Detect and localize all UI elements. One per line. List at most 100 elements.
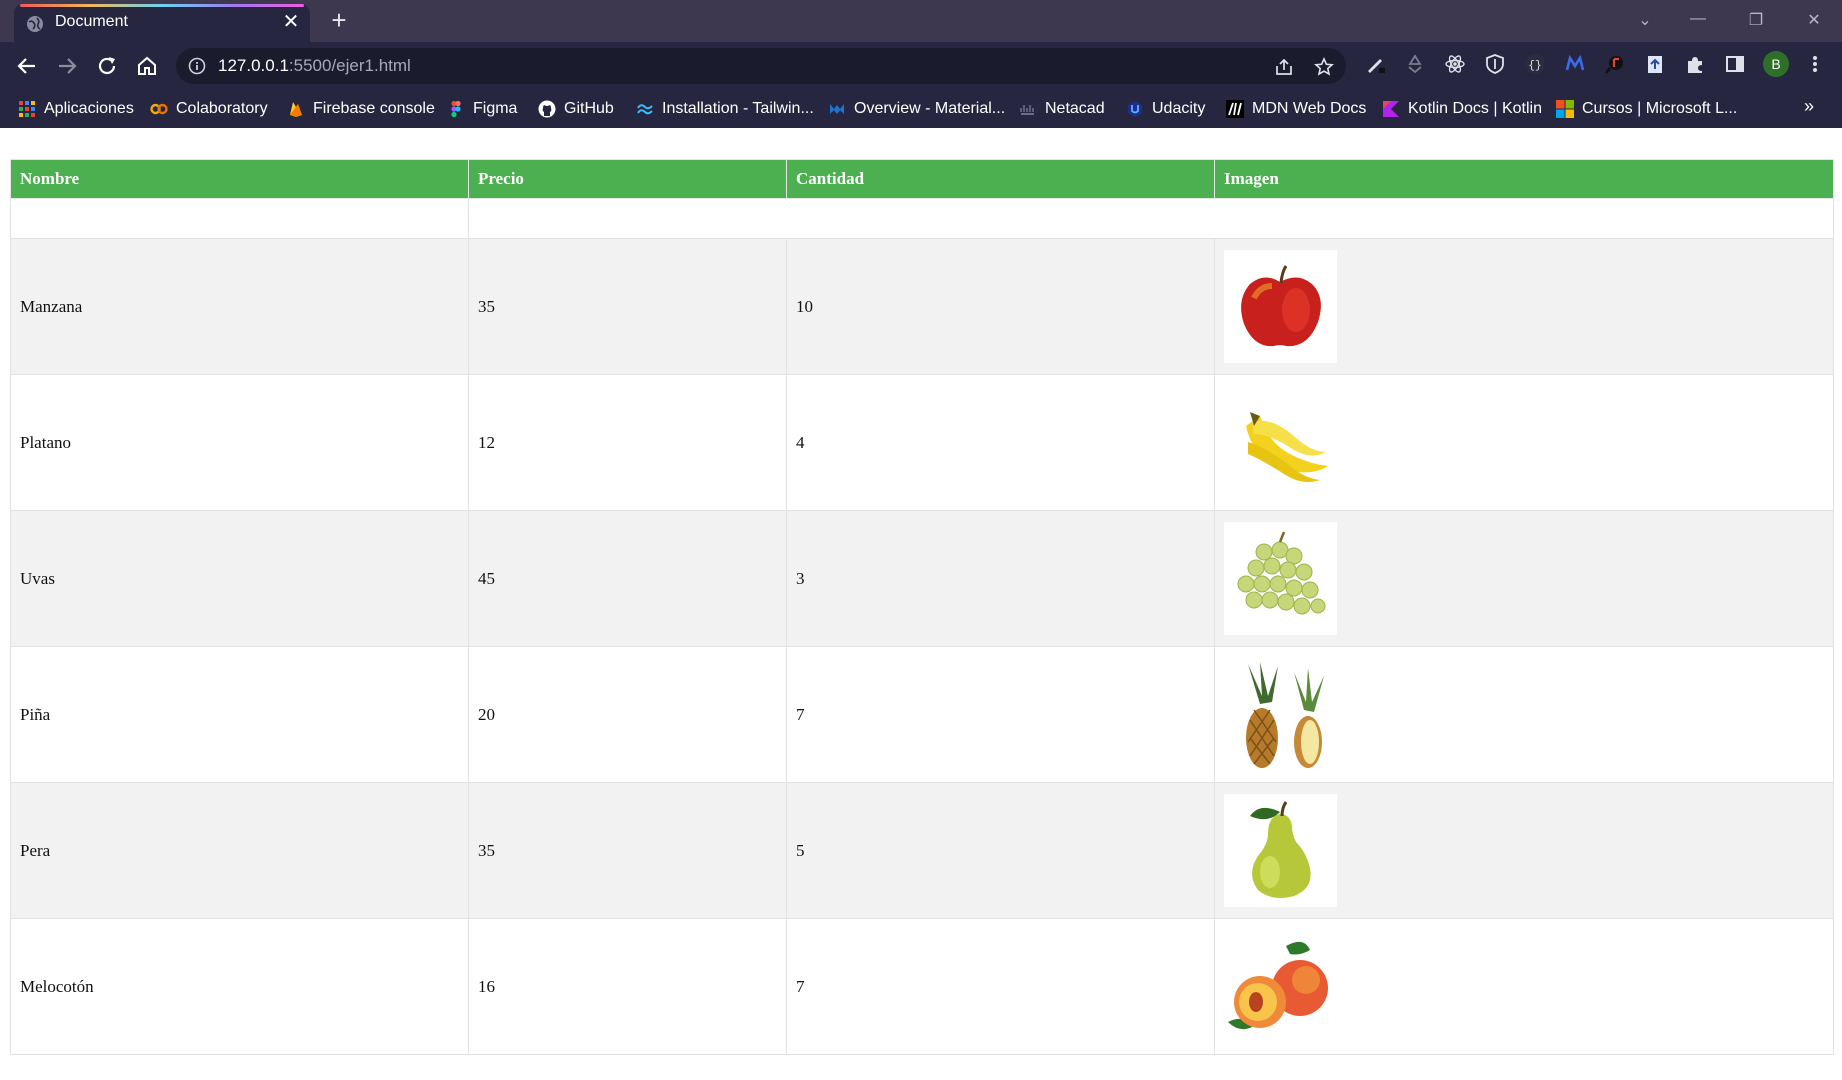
cell-nombre: Platano [10,374,469,511]
tailwind-icon [637,104,653,115]
bookmark-label: Firebase console [313,100,435,117]
extensions-puzzle-icon[interactable] [1684,53,1706,75]
red-search-extension-icon[interactable] [1604,53,1626,75]
bookmark-label: Installation - Tailwin... [662,100,814,117]
bookmark-github[interactable]: GitHub [538,98,614,120]
bookmark-colaboratory[interactable]: Colaboratory [150,98,268,120]
home-icon[interactable] [135,54,159,78]
forward-arrow-icon[interactable] [55,54,79,78]
tab-title: Document [55,13,128,30]
cell-cantidad: 7 [786,646,1215,783]
url-host: 127.0.0.1 [218,56,289,75]
cell-imagen [1214,782,1834,919]
bookmark-microsoft-learn[interactable]: Cursos | Microsoft L... [1556,98,1737,120]
minimize-window-icon[interactable]: — [1686,10,1710,30]
cell-nombre: Melocotón [10,918,469,1055]
share-icon[interactable] [1274,57,1294,77]
url-text: 127.0.0.1:5500/ejer1.html [218,56,411,76]
cell-imagen [1214,374,1834,511]
tab-search-chevron-icon[interactable]: ⌄ [1633,10,1657,30]
bookmark-label: GitHub [564,100,614,117]
url-path: :5500/ejer1.html [288,56,411,75]
site-info-icon[interactable] [188,57,206,75]
cell-precio: 35 [468,238,787,375]
table-row: Platano 12 4 [10,374,1834,511]
bookmark-label: Colaboratory [176,100,268,117]
close-tab-icon[interactable]: ✕ [280,11,302,33]
apps-grid-icon [19,101,35,117]
shield-extension-icon[interactable] [1484,53,1506,75]
header-nombre: Nombre [10,159,469,199]
bookmark-label: Figma [473,100,518,117]
kebab-menu-icon[interactable] [1804,53,1826,75]
json-extension-icon[interactable]: {} [1524,53,1546,75]
bookmark-kotlin[interactable]: Kotlin Docs | Kotlin [1382,98,1542,120]
bookmark-aplicaciones[interactable]: Aplicaciones [18,98,134,120]
grapes-image [1224,522,1337,635]
peach-image [1224,930,1337,1043]
browser-titlebar: Document ✕ + ⌄ — ❐ ✕ [0,0,1842,42]
tab-accent-bar [20,4,304,7]
cell-nombre: Piña [10,646,469,783]
bookmark-label: Cursos | Microsoft L... [1582,100,1738,117]
bookmark-material[interactable]: Overview - Material... [828,98,1005,120]
cell-precio: 12 [468,374,787,511]
figma-icon [451,100,461,118]
globe-icon [27,16,43,32]
cell-imagen [1214,510,1834,647]
cell-nombre: Manzana [10,238,469,375]
new-tab-button[interactable]: + [326,7,352,34]
bookmark-mdn[interactable]: MDN Web Docs [1226,98,1366,120]
tab-document[interactable]: Document ✕ [14,4,310,42]
material-icon [830,104,844,114]
recycle-extension-icon[interactable] [1404,53,1426,75]
cell-cantidad: 7 [786,918,1215,1055]
star-bookmark-icon[interactable] [1314,57,1334,77]
pen-extension-icon[interactable] [1364,53,1386,75]
side-panel-icon[interactable] [1724,53,1746,75]
pear-image [1224,794,1337,907]
table-header-row: Nombre Precio Cantidad Imagen [10,159,1834,199]
kotlin-icon [1383,101,1399,117]
pineapple-image [1224,658,1337,771]
table-row: Piña 20 7 [10,646,1834,783]
table-row: Uvas 45 3 [10,510,1834,647]
bookmark-netacad[interactable]: Netacad [1019,98,1105,120]
table-row: Manzana 35 10 [10,238,1834,375]
fruit-table: Nombre Precio Cantidad Imagen Manzana 35… [10,159,1834,1055]
bookmark-firebase[interactable]: Firebase console [287,98,435,120]
bookmark-label: Netacad [1045,100,1105,117]
firebase-icon [290,102,302,117]
cell-cantidad: 4 [786,374,1215,511]
cell-imagen [1214,646,1834,783]
table-row: Pera 35 5 [10,782,1834,919]
cell-nombre: Uvas [10,510,469,647]
cell-precio: 45 [468,510,787,647]
table-cell [468,198,1834,239]
reload-icon[interactable] [95,54,119,78]
close-window-icon[interactable]: ✕ [1802,10,1826,30]
cell-precio: 20 [468,646,787,783]
header-precio: Precio [468,159,787,199]
microsoft-icon [1556,100,1574,118]
cell-imagen [1214,918,1834,1055]
bookmark-figma[interactable]: Figma [447,98,517,120]
github-icon [538,100,556,118]
mdn-icon [1226,100,1244,118]
m-extension-icon[interactable] [1564,53,1586,75]
address-bar[interactable]: 127.0.0.1:5500/ejer1.html [176,48,1346,84]
bookmarks-overflow-chevron-icon[interactable]: » [1804,96,1814,117]
empty-row [10,198,1834,239]
back-arrow-icon[interactable] [15,54,39,78]
cell-cantidad: 5 [786,782,1215,919]
upload-extension-icon[interactable] [1644,53,1666,75]
bookmark-udacity[interactable]: Udacity [1126,98,1205,120]
cell-imagen [1214,238,1834,375]
cell-nombre: Pera [10,782,469,919]
profile-avatar[interactable]: B [1763,51,1789,77]
react-devtools-icon[interactable] [1444,53,1466,75]
header-imagen: Imagen [1214,159,1834,199]
bookmark-tailwind[interactable]: Installation - Tailwin... [636,98,814,120]
cell-cantidad: 10 [786,238,1215,375]
restore-window-icon[interactable]: ❐ [1744,10,1768,30]
